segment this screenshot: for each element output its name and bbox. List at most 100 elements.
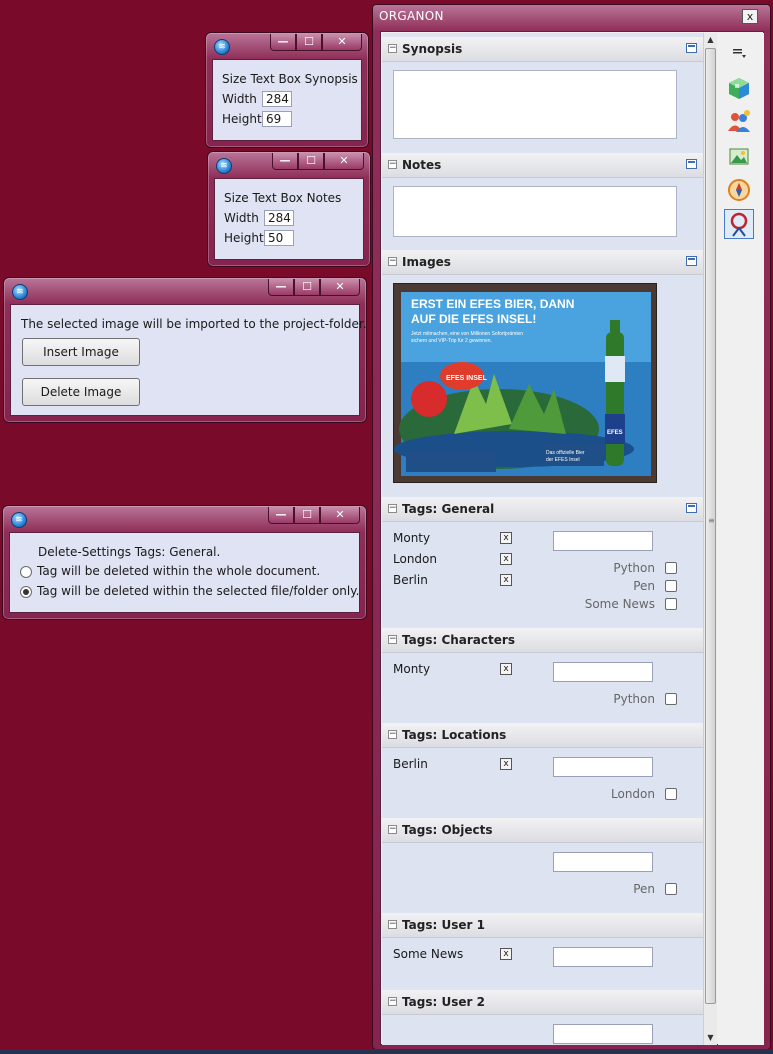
collapse-icon[interactable]: − [388, 160, 397, 169]
options-menu-icon[interactable] [724, 39, 754, 69]
collapse-icon[interactable]: − [388, 825, 397, 834]
navigator-compass-icon[interactable] [724, 175, 754, 205]
new-tag-input[interactable] [553, 662, 653, 682]
suggestion-checkbox[interactable] [665, 562, 677, 574]
notes-textarea[interactable] [393, 186, 677, 237]
height-input[interactable]: 69 [262, 111, 292, 127]
tag-remove-checkbox[interactable]: x [500, 574, 512, 586]
image-manager-icon[interactable] [724, 141, 754, 171]
section-header-tags-objects[interactable]: − Tags: Objects [382, 818, 703, 843]
collapse-icon[interactable]: − [388, 635, 397, 644]
tag-remove-checkbox[interactable]: x [500, 663, 512, 675]
section-title-notes: Notes [402, 158, 442, 172]
new-tag-input[interactable] [553, 757, 653, 777]
scroll-down-arrow-icon[interactable]: ▼ [704, 1031, 717, 1044]
close-button[interactable]: ✕ [324, 153, 364, 170]
suggestion-label: Python [613, 561, 655, 575]
section-settings-icon[interactable] [686, 159, 697, 169]
close-button[interactable]: ✕ [320, 507, 360, 524]
section-header-tags-user1[interactable]: − Tags: User 1 [382, 913, 703, 938]
section-header-tags-locations[interactable]: − Tags: Locations [382, 723, 703, 748]
minimize-button[interactable]: — [270, 34, 296, 51]
section-title-tags-objects: Tags: Objects [402, 823, 493, 837]
scroll-thumb[interactable]: ≡ [705, 48, 716, 1004]
organon-inner: − Synopsis − Notes − Images ERST EIN EFE… [380, 31, 764, 1045]
suggestion-checkbox[interactable] [665, 580, 677, 592]
section-header-notes[interactable]: − Notes [382, 153, 703, 178]
collapse-icon[interactable]: − [388, 257, 397, 266]
section-settings-icon[interactable] [686, 43, 697, 53]
section-title-images: Images [402, 255, 451, 269]
suggestion-checkbox[interactable] [665, 788, 677, 800]
height-input[interactable]: 50 [264, 230, 294, 246]
inspector-magnifier-icon[interactable] [724, 209, 754, 239]
minimize-button[interactable]: — [268, 279, 294, 296]
tag-remove-checkbox[interactable]: x [500, 758, 512, 770]
collapse-icon[interactable]: − [388, 504, 397, 513]
new-tag-input[interactable] [553, 852, 653, 872]
suggestion-checkbox[interactable] [665, 598, 677, 610]
collapse-icon[interactable]: − [388, 44, 397, 53]
collapse-icon[interactable]: − [388, 920, 397, 929]
maximize-button[interactable]: ☐ [294, 507, 320, 524]
section-header-tags-characters[interactable]: − Tags: Characters [382, 628, 703, 653]
section-title-tags-characters: Tags: Characters [402, 633, 515, 647]
suggestion-checkbox[interactable] [665, 883, 677, 895]
width-input[interactable]: 284 [262, 91, 292, 107]
efes-poster-image: ERST EIN EFES BIER, DANN AUF DIE EFES IN… [394, 284, 656, 482]
synopsis-textarea[interactable] [393, 70, 677, 139]
poster-bottle-label: EFES [607, 430, 623, 436]
minimize-button[interactable]: — [268, 507, 294, 524]
taskbar-strip [0, 1049, 773, 1054]
dialog-title-label: Size Text Box Synopsis [222, 72, 358, 86]
tag-remove-checkbox[interactable]: x [500, 948, 512, 960]
section-settings-icon[interactable] [686, 256, 697, 266]
maximize-button[interactable]: ☐ [296, 34, 322, 51]
poster-footer-2: der EFES Insel [546, 457, 580, 463]
poster-island-label: EFES INSEL [446, 375, 488, 382]
suggestion-label: London [611, 787, 655, 801]
new-tag-input[interactable] [553, 947, 653, 967]
project-image[interactable]: ERST EIN EFES BIER, DANN AUF DIE EFES IN… [393, 283, 657, 483]
close-button[interactable]: ✕ [320, 279, 360, 296]
section-header-images[interactable]: − Images [382, 250, 703, 275]
new-tag-input[interactable] [553, 1024, 653, 1044]
width-input[interactable]: 284 [264, 210, 294, 226]
app-logo-icon: ≋ [11, 512, 27, 528]
tag-remove-checkbox[interactable]: x [500, 553, 512, 565]
delete-image-button[interactable]: Delete Image [22, 378, 140, 406]
suggestion-label: Pen [633, 882, 655, 896]
radio-selected-only[interactable] [20, 586, 32, 598]
section-header-tags-user2[interactable]: − Tags: User 2 [382, 990, 703, 1015]
collapse-icon[interactable]: − [388, 730, 397, 739]
radio-whole-document[interactable] [20, 566, 32, 578]
suggestion-label: Python [613, 692, 655, 706]
characters-icon[interactable] [724, 107, 754, 137]
close-button[interactable]: ✕ [322, 34, 362, 51]
section-settings-icon[interactable] [686, 503, 697, 513]
maximize-button[interactable]: ☐ [294, 279, 320, 296]
option-whole-document-label: Tag will be deleted within the whole doc… [37, 564, 321, 578]
height-label: Height [222, 112, 262, 126]
insert-image-button[interactable]: Insert Image [22, 338, 140, 366]
tag-remove-checkbox[interactable]: x [500, 532, 512, 544]
suggestion-label: Pen [633, 579, 655, 593]
suggestion-checkbox[interactable] [665, 693, 677, 705]
app-logo-icon: ≋ [216, 158, 232, 174]
minimize-button[interactable]: — [272, 153, 298, 170]
new-tag-input[interactable] [553, 531, 653, 551]
section-header-tags-general[interactable]: − Tags: General [382, 497, 703, 522]
section-header-synopsis[interactable]: − Synopsis [382, 37, 703, 62]
section-title-synopsis: Synopsis [402, 42, 463, 56]
scroll-up-arrow-icon[interactable]: ▲ [704, 33, 717, 46]
collapse-icon[interactable]: − [388, 997, 397, 1006]
dialog-body: Size Text Box Notes Width 284 Height 50 [214, 178, 364, 260]
width-label: Width [224, 211, 259, 225]
vertical-scrollbar[interactable]: ▲ ≡ ▼ [703, 33, 717, 1045]
synopsis-size-dialog: ≋ — ☐ ✕ Size Text Box Synopsis Width 284… [205, 32, 369, 148]
organon-close-button[interactable]: x [742, 9, 758, 24]
maximize-button[interactable]: ☐ [298, 153, 324, 170]
project-cube-icon[interactable] [724, 73, 754, 103]
option-selected-only-label: Tag will be deleted within the selected … [37, 584, 360, 598]
section-title-tags-user2: Tags: User 2 [402, 995, 485, 1009]
